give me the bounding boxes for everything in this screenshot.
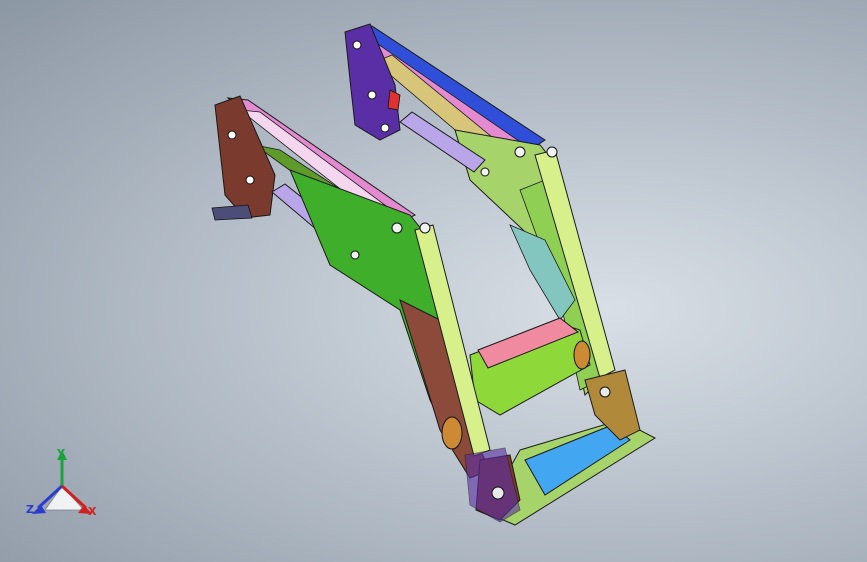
triad-x-label: X bbox=[88, 505, 97, 518]
loader-frame-model[interactable] bbox=[0, 0, 867, 562]
triad-y-label: Y bbox=[57, 447, 65, 460]
crossmember-tube[interactable] bbox=[469, 317, 591, 416]
triad-z-label: Z bbox=[26, 503, 34, 516]
left-boom-arm[interactable] bbox=[289, 169, 491, 479]
coordinate-triad: Y Z X bbox=[22, 446, 112, 526]
triad-axes-icon bbox=[32, 450, 92, 514]
graphics-viewport[interactable]: Y Z X bbox=[0, 0, 867, 562]
